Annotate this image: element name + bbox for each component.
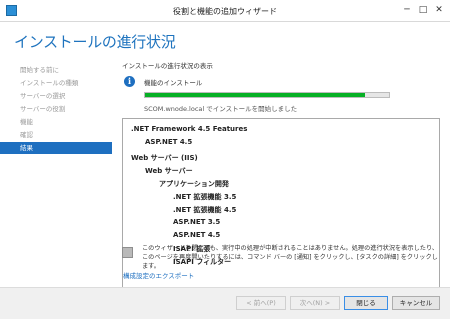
- notice-text: このウィザードを閉じても、実行中の処理が中断されることはありません。処理の進行状…: [142, 245, 439, 270]
- feature-item: .NET 拡張機能 4.5: [173, 206, 237, 214]
- export-settings-link[interactable]: 構成設定のエクスポート: [123, 270, 194, 280]
- sidebar-item-before-you-begin[interactable]: 開始する前に: [0, 64, 112, 76]
- wizard-footer: < 前へ(P) 次へ(N) > 閉じる キャンセル: [0, 287, 450, 319]
- window-title: 役割と機能の追加ウィザード: [173, 7, 277, 16]
- minimize-button[interactable]: ─: [400, 3, 414, 17]
- sidebar-item-results[interactable]: 結果: [0, 142, 112, 154]
- previous-button[interactable]: < 前へ(P): [236, 296, 286, 310]
- feature-item: .NET 拡張機能 3.5: [173, 193, 237, 201]
- feature-item: ASP.NET 4.5: [173, 231, 221, 239]
- page-title: インストールの進行状況: [14, 33, 176, 51]
- feature-item: ASP.NET 3.5: [173, 218, 221, 226]
- install-status-text: SCOM.wnode.local でインストールを開始しました: [144, 105, 298, 113]
- maximize-button[interactable]: □: [416, 3, 430, 17]
- next-button[interactable]: 次へ(N) >: [290, 296, 340, 310]
- sidebar-item-confirmation[interactable]: 確認: [0, 129, 112, 141]
- sidebar-item-features[interactable]: 機能: [0, 116, 112, 128]
- install-progress-bar: [144, 92, 390, 98]
- section-label: インストールの進行状況の表示: [122, 62, 213, 70]
- sidebar-item-server-selection[interactable]: サーバーの選択: [0, 90, 112, 102]
- feature-item: .NET Framework 4.5 Features: [131, 125, 248, 133]
- install-title: 機能のインストール: [144, 79, 203, 87]
- feature-item: Web サーバー (IIS): [131, 154, 198, 162]
- feature-item: ASP.NET 4.5: [145, 138, 193, 146]
- wizard-header: インストールの進行状況: [0, 22, 450, 56]
- cancel-button[interactable]: キャンセル: [392, 296, 440, 310]
- info-icon: i: [124, 76, 135, 87]
- notification-flag-icon: [122, 247, 133, 258]
- sidebar-item-server-roles[interactable]: サーバーの役割: [0, 103, 112, 115]
- feature-item: アプリケーション開発: [159, 180, 229, 188]
- feature-item: Web サーバー: [145, 167, 193, 175]
- sidebar-item-installation-type[interactable]: インストールの種類: [0, 77, 112, 89]
- close-window-button[interactable]: ✕: [432, 3, 446, 17]
- title-bar: 役割と機能の追加ウィザード ─ □ ✕: [0, 0, 450, 22]
- progress-fill: [145, 93, 365, 97]
- wizard-steps-sidebar: 開始する前に インストールの種類 サーバーの選択 サーバーの役割 機能 確認 結…: [0, 60, 112, 260]
- close-button[interactable]: 閉じる: [344, 296, 388, 310]
